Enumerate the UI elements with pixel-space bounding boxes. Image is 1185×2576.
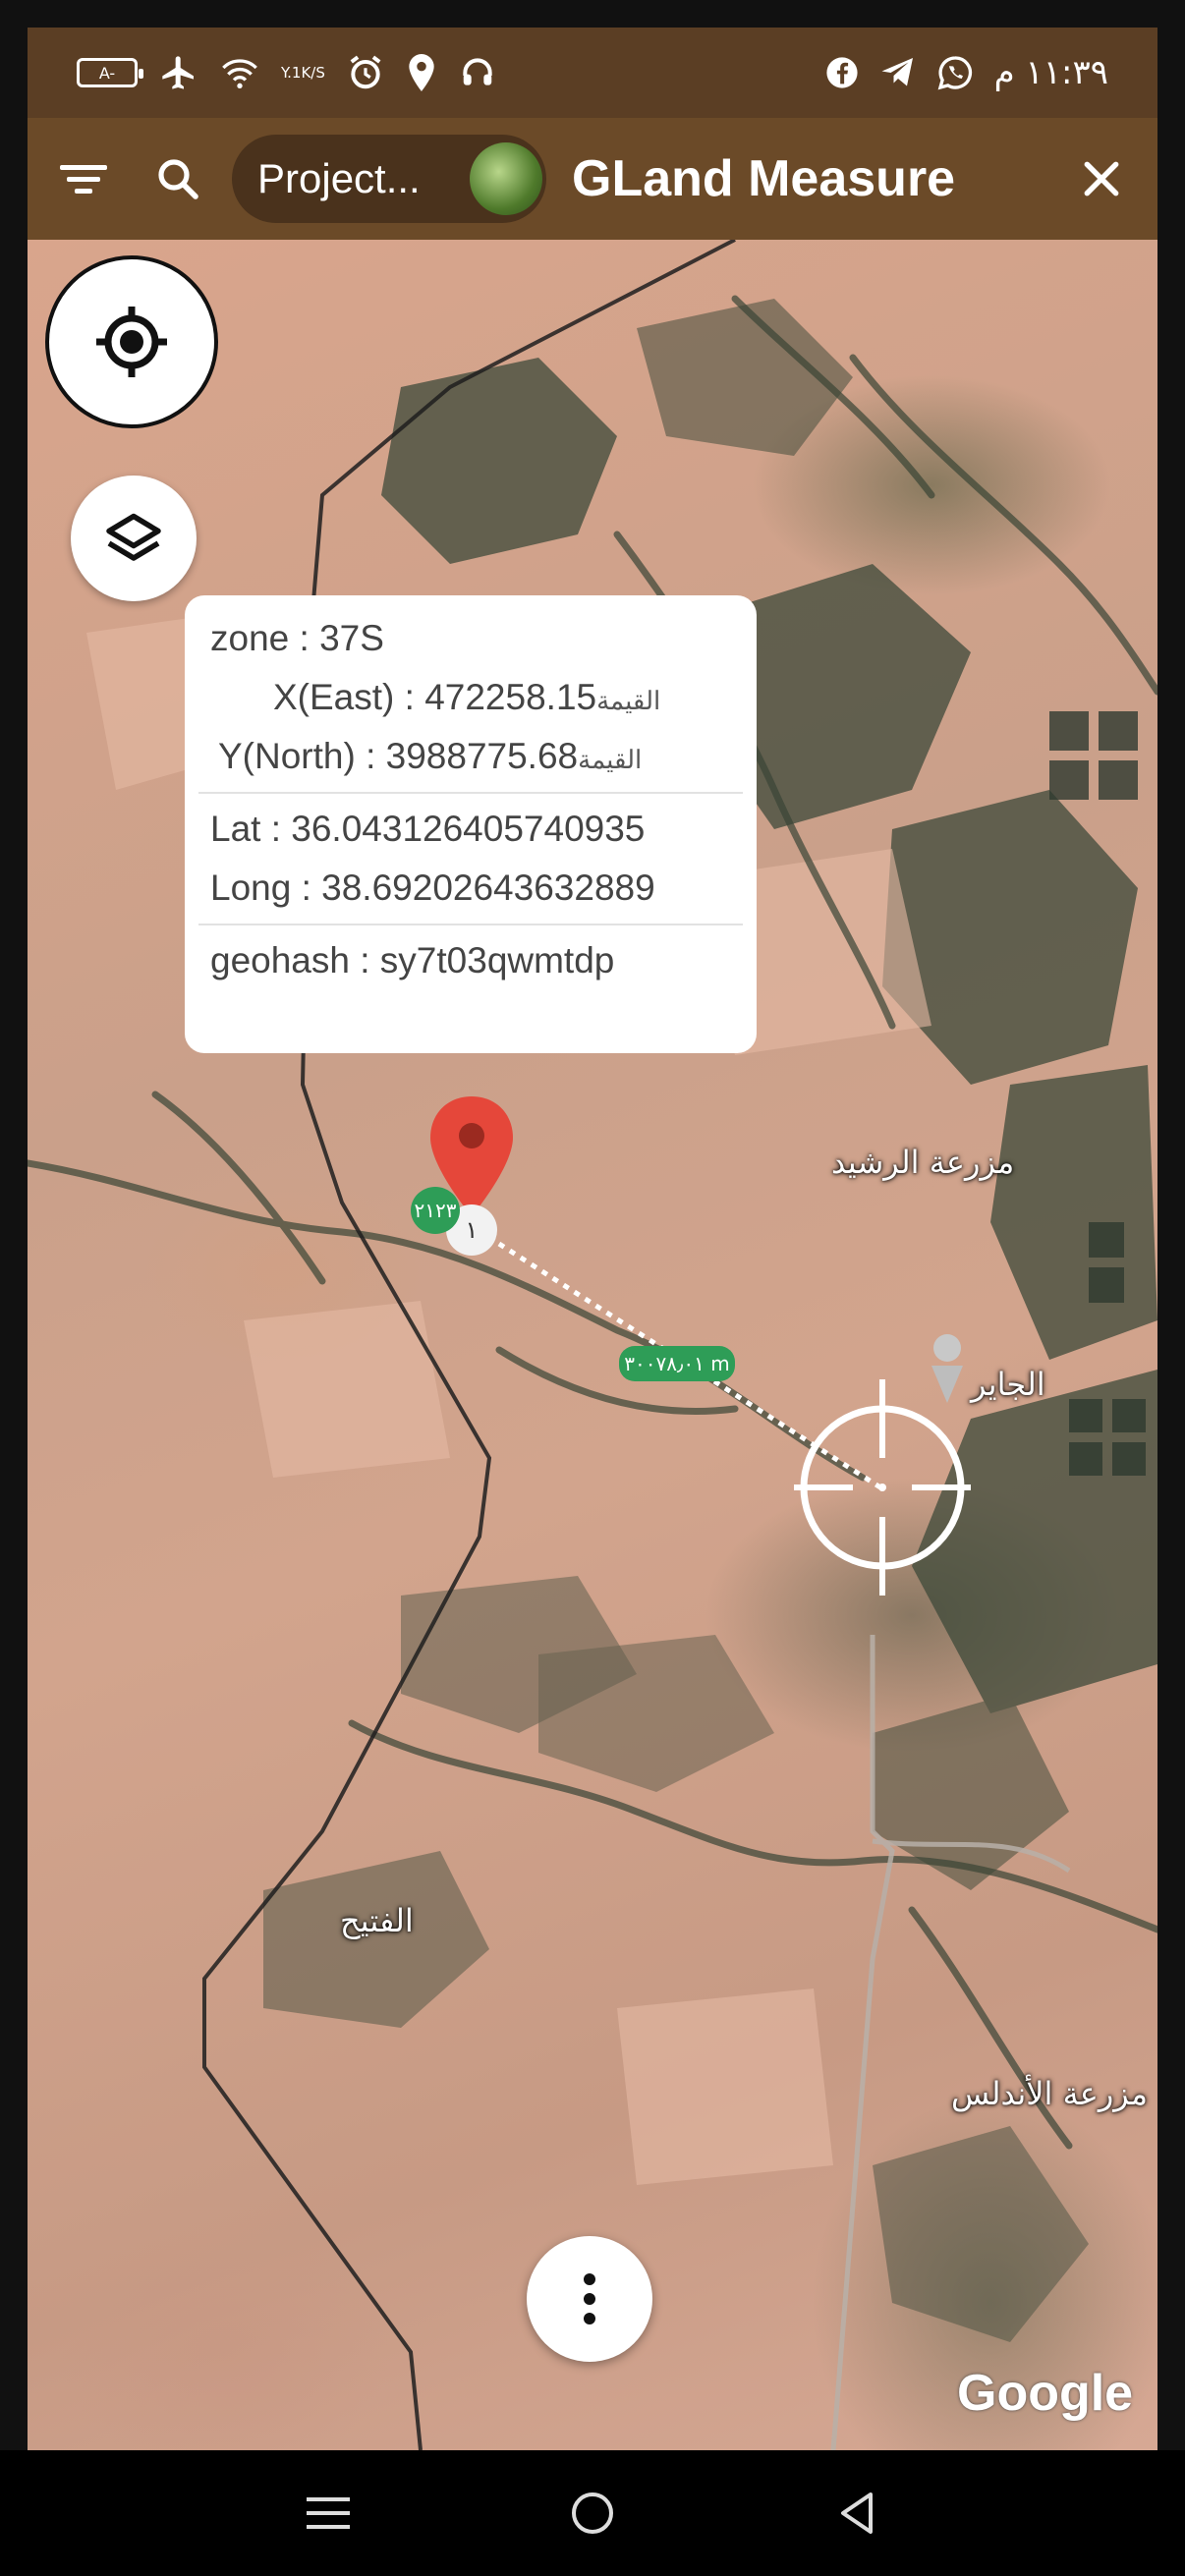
project-selector-text: Project...	[257, 155, 421, 201]
alarm-icon	[347, 54, 384, 91]
more-options-button[interactable]	[527, 2236, 652, 2362]
app-logo-icon	[470, 142, 542, 215]
network-speed: Y.1 K/S	[281, 64, 325, 82]
more-vert-icon	[584, 2273, 595, 2324]
google-logo: Google	[957, 2365, 1134, 2422]
search-button[interactable]	[143, 144, 212, 213]
clock-time: ١١:٣٩ م	[993, 53, 1108, 92]
search-icon	[158, 159, 198, 199]
telegram-icon	[880, 56, 916, 89]
close-icon	[1084, 161, 1119, 196]
status-bar: A- Y.1 K/S ١١:٣٩ م	[28, 28, 1157, 118]
place-label-andalus-farm: مزرعة الأندلس	[951, 2075, 1149, 2112]
close-button[interactable]	[1067, 144, 1136, 213]
whatsapp-icon	[937, 55, 973, 90]
back-button[interactable]	[818, 2474, 896, 2552]
wifi-icon	[220, 55, 259, 90]
menu-lines-icon	[307, 2497, 351, 2529]
place-label-jayer: الجاير	[971, 1366, 1045, 1403]
vertex-label: ١	[465, 1216, 479, 1244]
location-icon	[406, 54, 437, 91]
home-circle-icon	[571, 2492, 613, 2534]
place-label-rashid-farm: مزرعة الرشيد	[831, 1144, 1015, 1181]
measurement-line	[476, 1227, 882, 1490]
status-right: ١١:٣٩ م	[825, 53, 1108, 92]
point-badge: ٢١٢٣	[411, 1187, 460, 1234]
distance-label: ٣٠٠٧٨٫٠١ m	[619, 1346, 735, 1381]
filter-menu-button[interactable]	[49, 144, 118, 213]
phone-screen: A- Y.1 K/S ١١:٣٩ م Project... GLand Meas…	[0, 0, 1185, 2576]
place-label-fatih: الفتيح	[340, 1902, 414, 1939]
navigation-bar	[0, 2450, 1185, 2576]
facebook-icon	[825, 56, 859, 89]
app-title: GLand Measure	[572, 150, 956, 207]
filter-menu-icon	[60, 165, 107, 194]
status-left: A- Y.1 K/S	[77, 53, 496, 92]
headset-icon	[459, 54, 496, 91]
battery-icon: A-	[77, 58, 143, 87]
recent-apps-button[interactable]	[289, 2474, 367, 2552]
project-selector[interactable]: Project...	[232, 135, 546, 223]
satellite-map[interactable]: zone : 37S X(East) : 472258.15القيمة Y(N…	[28, 240, 1157, 2450]
crosshair-cursor[interactable]	[794, 1379, 971, 1596]
app-bar: Project... GLand Measure	[28, 118, 1157, 240]
airplane-icon	[159, 53, 198, 92]
home-button[interactable]	[553, 2474, 632, 2552]
back-triangle-icon	[840, 2492, 873, 2534]
